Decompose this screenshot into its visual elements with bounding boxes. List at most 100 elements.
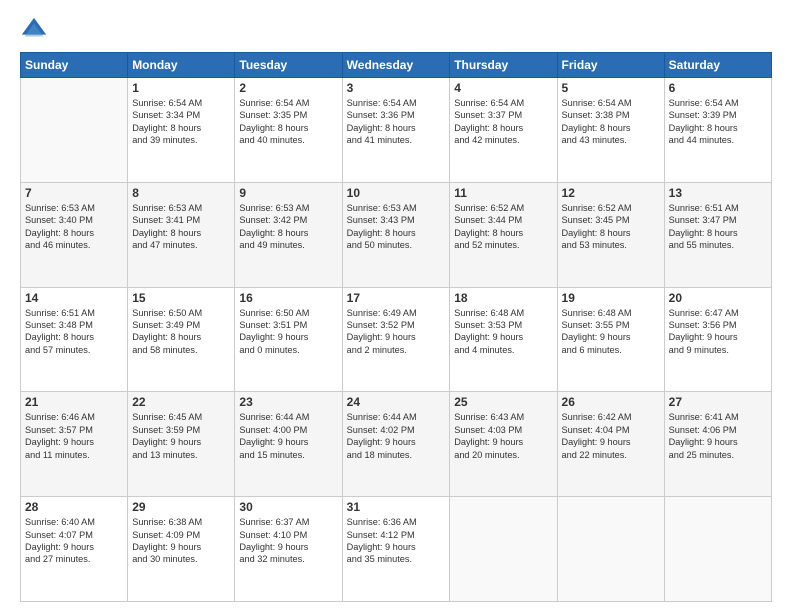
day-number: 8: [132, 186, 230, 200]
day-info: Sunrise: 6:52 AM Sunset: 3:45 PM Dayligh…: [562, 202, 660, 252]
week-row-2: 7 Sunrise: 6:53 AM Sunset: 3:40 PM Daylig…: [21, 182, 772, 287]
day-info: Sunrise: 6:54 AM Sunset: 3:34 PM Dayligh…: [132, 97, 230, 147]
calendar-cell: 21 Sunrise: 6:46 AM Sunset: 3:57 PM Dayli…: [21, 392, 128, 497]
day-info: Sunrise: 6:50 AM Sunset: 3:51 PM Dayligh…: [239, 307, 337, 357]
day-number: 22: [132, 395, 230, 409]
day-info: Sunrise: 6:54 AM Sunset: 3:39 PM Dayligh…: [669, 97, 767, 147]
day-number: 27: [669, 395, 767, 409]
day-number: 30: [239, 500, 337, 514]
day-number: 10: [347, 186, 446, 200]
day-info: Sunrise: 6:47 AM Sunset: 3:56 PM Dayligh…: [669, 307, 767, 357]
calendar-cell: 14Sunrise: 6:51 AM Sunset: 3:48 PM Dayli…: [21, 287, 128, 392]
day-info: Sunrise: 6:54 AM Sunset: 3:36 PM Dayligh…: [347, 97, 446, 147]
week-row-1: 1 Sunrise: 6:54 AM Sunset: 3:34 PM Daylig…: [21, 78, 772, 183]
calendar-cell: 6 Sunrise: 6:54 AM Sunset: 3:39 PM Daylig…: [664, 78, 771, 183]
calendar-cell: 2 Sunrise: 6:54 AM Sunset: 3:35 PM Daylig…: [235, 78, 342, 183]
day-number: 5: [562, 81, 660, 95]
logo-icon: [20, 16, 48, 44]
calendar-cell: 15 Sunrise: 6:50 AM Sunset: 3:49 PM Dayli…: [128, 287, 235, 392]
weekday-header-saturday: Saturday: [664, 53, 771, 78]
calendar-cell: 30 Sunrise: 6:37 AM Sunset: 4:10 PM Dayli…: [235, 497, 342, 602]
calendar-cell: 4Sunrise: 6:54 AM Sunset: 3:37 PM Daylig…: [450, 78, 557, 183]
weekday-header-row: SundayMondayTuesdayWednesdayThursdayFrid…: [21, 53, 772, 78]
day-info: Sunrise: 6:48 AM Sunset: 3:53 PM Dayligh…: [454, 307, 552, 357]
day-info: Sunrise: 6:41 AM Sunset: 4:06 PM Dayligh…: [669, 411, 767, 461]
day-info: Sunrise: 6:44 AM Sunset: 4:00 PM Dayligh…: [239, 411, 337, 461]
day-number: 17: [347, 291, 446, 305]
day-number: 7: [25, 186, 123, 200]
weekday-header-wednesday: Wednesday: [342, 53, 450, 78]
day-info: Sunrise: 6:43 AM Sunset: 4:03 PM Dayligh…: [454, 411, 552, 461]
day-number: 4: [454, 81, 552, 95]
weekday-header-friday: Friday: [557, 53, 664, 78]
calendar-cell: 16 Sunrise: 6:50 AM Sunset: 3:51 PM Dayli…: [235, 287, 342, 392]
week-row-3: 14Sunrise: 6:51 AM Sunset: 3:48 PM Dayli…: [21, 287, 772, 392]
day-info: Sunrise: 6:49 AM Sunset: 3:52 PM Dayligh…: [347, 307, 446, 357]
calendar-cell: 28 Sunrise: 6:40 AM Sunset: 4:07 PM Dayli…: [21, 497, 128, 602]
day-info: Sunrise: 6:53 AM Sunset: 3:41 PM Dayligh…: [132, 202, 230, 252]
week-row-4: 21 Sunrise: 6:46 AM Sunset: 3:57 PM Dayli…: [21, 392, 772, 497]
calendar-cell: 24Sunrise: 6:44 AM Sunset: 4:02 PM Dayli…: [342, 392, 450, 497]
day-info: Sunrise: 6:53 AM Sunset: 3:40 PM Dayligh…: [25, 202, 123, 252]
day-info: Sunrise: 6:46 AM Sunset: 3:57 PM Dayligh…: [25, 411, 123, 461]
day-number: 20: [669, 291, 767, 305]
header: [20, 16, 772, 44]
day-info: Sunrise: 6:53 AM Sunset: 3:42 PM Dayligh…: [239, 202, 337, 252]
day-info: Sunrise: 6:42 AM Sunset: 4:04 PM Dayligh…: [562, 411, 660, 461]
calendar-cell: 29 Sunrise: 6:38 AM Sunset: 4:09 PM Dayli…: [128, 497, 235, 602]
calendar-cell: [450, 497, 557, 602]
day-number: 13: [669, 186, 767, 200]
day-info: Sunrise: 6:48 AM Sunset: 3:55 PM Dayligh…: [562, 307, 660, 357]
day-number: 28: [25, 500, 123, 514]
day-number: 3: [347, 81, 446, 95]
day-number: 29: [132, 500, 230, 514]
day-info: Sunrise: 6:36 AM Sunset: 4:12 PM Dayligh…: [347, 516, 446, 566]
calendar-cell: 31 Sunrise: 6:36 AM Sunset: 4:12 PM Dayli…: [342, 497, 450, 602]
day-number: 26: [562, 395, 660, 409]
day-info: Sunrise: 6:38 AM Sunset: 4:09 PM Dayligh…: [132, 516, 230, 566]
calendar-table: SundayMondayTuesdayWednesdayThursdayFrid…: [20, 52, 772, 602]
day-number: 16: [239, 291, 337, 305]
day-number: 24: [347, 395, 446, 409]
day-info: Sunrise: 6:53 AM Sunset: 3:43 PM Dayligh…: [347, 202, 446, 252]
calendar-cell: 9Sunrise: 6:53 AM Sunset: 3:42 PM Daylig…: [235, 182, 342, 287]
day-number: 6: [669, 81, 767, 95]
day-number: 21: [25, 395, 123, 409]
calendar-cell: 27 Sunrise: 6:41 AM Sunset: 4:06 PM Dayli…: [664, 392, 771, 497]
day-info: Sunrise: 6:40 AM Sunset: 4:07 PM Dayligh…: [25, 516, 123, 566]
calendar-cell: 1 Sunrise: 6:54 AM Sunset: 3:34 PM Daylig…: [128, 78, 235, 183]
calendar-cell: 20 Sunrise: 6:47 AM Sunset: 3:56 PM Dayli…: [664, 287, 771, 392]
calendar-cell: [664, 497, 771, 602]
weekday-header-tuesday: Tuesday: [235, 53, 342, 78]
calendar-cell: 3 Sunrise: 6:54 AM Sunset: 3:36 PM Daylig…: [342, 78, 450, 183]
calendar-cell: 17 Sunrise: 6:49 AM Sunset: 3:52 PM Dayli…: [342, 287, 450, 392]
day-info: Sunrise: 6:51 AM Sunset: 3:48 PM Dayligh…: [25, 307, 123, 357]
day-info: Sunrise: 6:51 AM Sunset: 3:47 PM Dayligh…: [669, 202, 767, 252]
day-info: Sunrise: 6:54 AM Sunset: 3:35 PM Dayligh…: [239, 97, 337, 147]
calendar-cell: 10 Sunrise: 6:53 AM Sunset: 3:43 PM Dayli…: [342, 182, 450, 287]
calendar-cell: 8 Sunrise: 6:53 AM Sunset: 3:41 PM Daylig…: [128, 182, 235, 287]
calendar-cell: 13 Sunrise: 6:51 AM Sunset: 3:47 PM Dayli…: [664, 182, 771, 287]
day-info: Sunrise: 6:50 AM Sunset: 3:49 PM Dayligh…: [132, 307, 230, 357]
day-number: 12: [562, 186, 660, 200]
day-number: 25: [454, 395, 552, 409]
calendar-cell: 25 Sunrise: 6:43 AM Sunset: 4:03 PM Dayli…: [450, 392, 557, 497]
day-info: Sunrise: 6:37 AM Sunset: 4:10 PM Dayligh…: [239, 516, 337, 566]
calendar-cell: 5 Sunrise: 6:54 AM Sunset: 3:38 PM Daylig…: [557, 78, 664, 183]
calendar-cell: 22 Sunrise: 6:45 AM Sunset: 3:59 PM Dayli…: [128, 392, 235, 497]
calendar-cell: 11Sunrise: 6:52 AM Sunset: 3:44 PM Dayli…: [450, 182, 557, 287]
day-number: 18: [454, 291, 552, 305]
calendar-cell: 7 Sunrise: 6:53 AM Sunset: 3:40 PM Daylig…: [21, 182, 128, 287]
calendar-cell: 23Sunrise: 6:44 AM Sunset: 4:00 PM Dayli…: [235, 392, 342, 497]
weekday-header-thursday: Thursday: [450, 53, 557, 78]
day-number: 15: [132, 291, 230, 305]
day-number: 19: [562, 291, 660, 305]
weekday-header-monday: Monday: [128, 53, 235, 78]
day-number: 2: [239, 81, 337, 95]
day-info: Sunrise: 6:54 AM Sunset: 3:38 PM Dayligh…: [562, 97, 660, 147]
day-info: Sunrise: 6:45 AM Sunset: 3:59 PM Dayligh…: [132, 411, 230, 461]
day-number: 11: [454, 186, 552, 200]
day-number: 31: [347, 500, 446, 514]
day-number: 1: [132, 81, 230, 95]
calendar-cell: 12 Sunrise: 6:52 AM Sunset: 3:45 PM Dayli…: [557, 182, 664, 287]
